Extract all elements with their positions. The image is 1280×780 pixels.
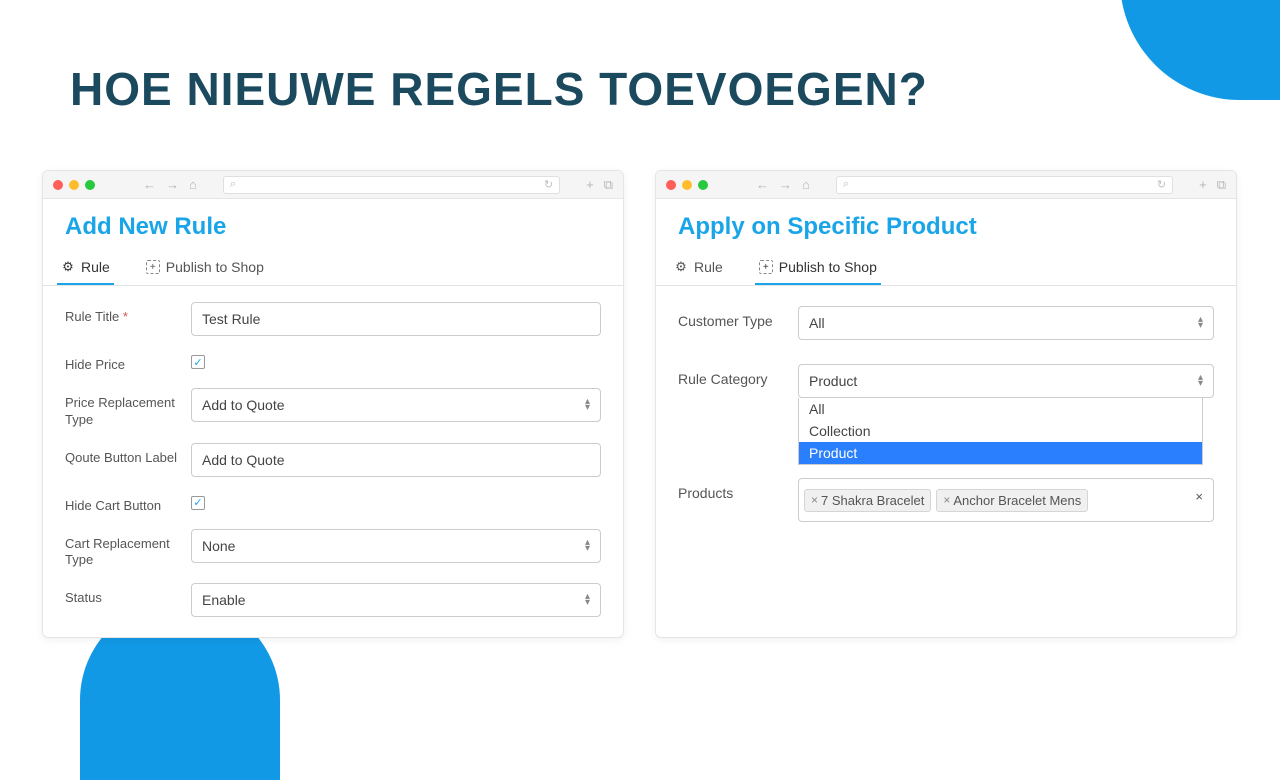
products-label: Products: [678, 478, 798, 501]
rule-title-input[interactable]: [191, 302, 601, 336]
nav-back-icon[interactable]: ←: [143, 177, 156, 192]
rule-category-dropdown: All Collection Product: [798, 398, 1203, 465]
window-maximize-icon[interactable]: [698, 180, 708, 190]
nav-home-icon[interactable]: ⌂: [802, 177, 810, 192]
titlebar: ← → ⌂ ⌕ ↻ + ⧉: [656, 171, 1236, 199]
tabs: ⚙ Rule + Publish to Shop: [656, 251, 1236, 286]
tab-publish-label: Publish to Shop: [779, 259, 877, 275]
quote-button-label-input[interactable]: [191, 443, 601, 477]
chevron-updown-icon: ▴▾: [1198, 317, 1203, 329]
customer-type-label: Customer Type: [678, 306, 798, 329]
cart-replacement-type-select[interactable]: None ▴▾: [191, 529, 601, 563]
rule-category-select[interactable]: Product ▴▾: [798, 364, 1214, 398]
address-bar[interactable]: ⌕ ↻: [223, 176, 560, 194]
tab-publish-to-shop[interactable]: + Publish to Shop: [142, 251, 268, 285]
status-select[interactable]: Enable ▴▾: [191, 583, 601, 617]
remove-tag-icon[interactable]: ×: [811, 493, 818, 507]
window-minimize-icon[interactable]: [682, 180, 692, 190]
nav-forward-icon[interactable]: →: [779, 177, 792, 192]
dropdown-option-product[interactable]: Product: [799, 442, 1202, 464]
hide-price-checkbox[interactable]: ✓: [191, 355, 205, 369]
reload-icon[interactable]: ↻: [1157, 178, 1166, 191]
price-replacement-type-select[interactable]: Add to Quote ▴▾: [191, 388, 601, 422]
tab-publish-label: Publish to Shop: [166, 259, 264, 275]
price-replacement-type-value: Add to Quote: [202, 397, 285, 413]
dropdown-option-all[interactable]: All: [799, 398, 1202, 420]
customer-type-value: All: [809, 315, 825, 331]
product-tag[interactable]: × 7 Shakra Bracelet: [804, 489, 931, 512]
nav-forward-icon[interactable]: →: [166, 177, 179, 192]
tabs: ⚙ Rule + Publish to Shop: [43, 251, 623, 286]
publish-icon: +: [759, 260, 773, 274]
chevron-updown-icon: ▴▾: [585, 594, 590, 606]
gear-icon: ⚙: [61, 260, 75, 274]
price-replacement-type-label: Price Replacement Type: [65, 388, 191, 429]
window-maximize-icon[interactable]: [85, 180, 95, 190]
chevron-updown-icon: ▴▾: [585, 540, 590, 552]
product-tag-label: Anchor Bracelet Mens: [953, 493, 1081, 508]
rule-category-value: Product: [809, 373, 857, 389]
hide-price-label: Hide Price: [65, 350, 191, 374]
tabs-icon[interactable]: ⧉: [604, 177, 613, 193]
hide-cart-button-label: Hide Cart Button: [65, 491, 191, 515]
tab-rule-label: Rule: [694, 259, 723, 275]
rule-category-label: Rule Category: [678, 364, 798, 387]
clear-all-tags-icon[interactable]: ×: [1195, 489, 1203, 504]
product-tag[interactable]: × Anchor Bracelet Mens: [936, 489, 1088, 512]
page-heading: HOE NIEUWE REGELS TOEVOEGEN?: [70, 62, 928, 116]
publish-icon: +: [146, 260, 160, 274]
products-input[interactable]: × 7 Shakra Bracelet × Anchor Bracelet Me…: [798, 478, 1214, 522]
address-bar[interactable]: ⌕ ↻: [836, 176, 1173, 194]
product-tag-label: 7 Shakra Bracelet: [821, 493, 924, 508]
decoration-blob-top-right: [1120, 0, 1280, 100]
dropdown-option-collection[interactable]: Collection: [799, 420, 1202, 442]
chevron-updown-icon: ▴▾: [585, 399, 590, 411]
chevron-updown-icon: ▴▾: [1198, 375, 1203, 387]
search-icon: ⌕: [230, 178, 236, 191]
search-icon: ⌕: [843, 178, 849, 191]
gear-icon: ⚙: [674, 260, 688, 274]
window-close-icon[interactable]: [666, 180, 676, 190]
nav-back-icon[interactable]: ←: [756, 177, 769, 192]
quote-button-label-label: Qoute Button Label: [65, 443, 191, 467]
tab-rule[interactable]: ⚙ Rule: [57, 251, 114, 285]
tab-rule[interactable]: ⚙ Rule: [670, 251, 727, 285]
customer-type-select[interactable]: All ▴▾: [798, 306, 1214, 340]
new-tab-icon[interactable]: +: [586, 177, 594, 193]
panel-title: Apply on Specific Product: [656, 199, 1236, 251]
panel-title: Add New Rule: [43, 199, 623, 251]
new-tab-icon[interactable]: +: [1199, 177, 1207, 193]
window-add-new-rule: ← → ⌂ ⌕ ↻ + ⧉ Add New Rule ⚙ Rule + Publ…: [42, 170, 624, 638]
tabs-icon[interactable]: ⧉: [1217, 177, 1226, 193]
cart-replacement-type-value: None: [202, 538, 235, 554]
tab-publish-to-shop[interactable]: + Publish to Shop: [755, 251, 881, 285]
remove-tag-icon[interactable]: ×: [943, 493, 950, 507]
window-minimize-icon[interactable]: [69, 180, 79, 190]
reload-icon[interactable]: ↻: [544, 178, 553, 191]
titlebar: ← → ⌂ ⌕ ↻ + ⧉: [43, 171, 623, 199]
window-apply-on-specific-product: ← → ⌂ ⌕ ↻ + ⧉ Apply on Specific Product …: [655, 170, 1237, 638]
hide-cart-button-checkbox[interactable]: ✓: [191, 496, 205, 510]
rule-title-label: Rule Title: [65, 309, 119, 324]
tab-rule-label: Rule: [81, 259, 110, 275]
status-value: Enable: [202, 592, 246, 608]
cart-replacement-type-label: Cart Replacement Type: [65, 529, 191, 570]
status-label: Status: [65, 583, 191, 607]
nav-home-icon[interactable]: ⌂: [189, 177, 197, 192]
window-close-icon[interactable]: [53, 180, 63, 190]
